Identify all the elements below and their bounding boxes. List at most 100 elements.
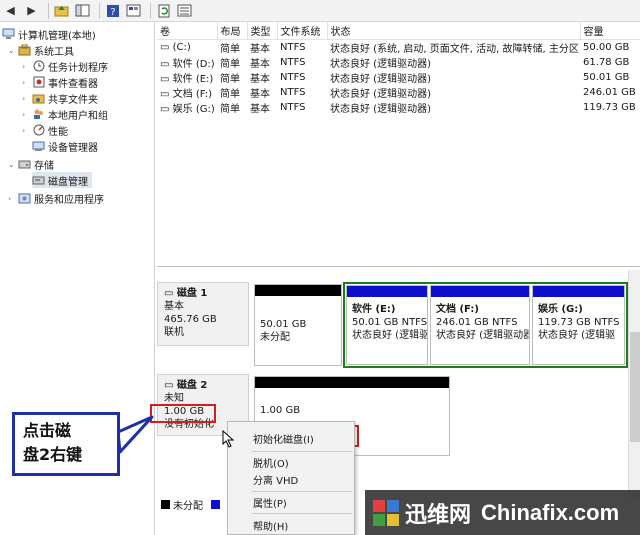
menu-separator [252,513,352,514]
menu-item-help[interactable]: 帮助(H) [228,517,354,533]
table-row[interactable]: ▭ 软件 (E:) 简单 基本 NTFS 状态良好 (逻辑驱动器) 50.01 … [157,70,640,85]
drive-icon: ▭ [160,41,173,53]
tree-item-label: 性能 [48,126,68,138]
chevron-right-icon[interactable]: › [22,94,32,103]
column-header[interactable]: 布局 [217,22,248,40]
chevron-right-icon[interactable]: › [22,78,32,87]
vertical-scrollbar[interactable] [628,270,640,500]
toolbar-separator [48,2,49,19]
menu-item-initialize-disk[interactable]: 初始化磁盘(I) [228,430,354,446]
volume-name-cell: ▭ 文档 (F:) [160,88,212,100]
help-icon[interactable]: ? [104,2,121,19]
unallocated-bar [255,285,341,296]
partition-g[interactable]: 娱乐 (G:) 119.73 GB NTFS 状态良好 (逻辑驱 [532,285,625,365]
disk-management-icon [32,174,45,186]
table-cell: 状态良好 (逻辑驱动器) [330,73,431,85]
disk1-label[interactable]: ▭ 磁盘 1 基本 465.76 GB 联机 [157,282,249,346]
watermark: 迅维网 Chinafix.com [365,490,640,535]
column-header[interactable]: 容量 [580,22,640,40]
refresh-icon[interactable] [155,2,172,19]
chevron-right-icon[interactable]: › [22,110,32,119]
forward-icon[interactable]: ▶ [23,2,40,19]
properties-icon[interactable] [125,2,142,19]
volume-name-cell: ▭ (C:) [160,41,191,53]
disk1-status: 联机 [164,327,184,338]
legend-swatch-unallocated [161,499,170,509]
volume-name-cell: ▭ 软件 (E:) [160,73,214,85]
services-icon [18,192,31,204]
table-cell: 状态良好 (逻辑驱动器) [330,103,431,115]
column-header[interactable]: 状态 [327,22,581,40]
partition-status: 状态良好 (逻辑驱 [352,330,427,341]
tree-item-disk-management[interactable]: 磁盘管理 [32,172,92,188]
tree-item-system-tools[interactable]: ⌄ 系统工具 [8,42,74,58]
table-row[interactable]: ▭ (C:) 简单 基本 NTFS 状态良好 (系统, 启动, 页面文件, 活动… [157,39,640,55]
tree-item-device-manager[interactable]: 设备管理器 [32,138,98,154]
table-cell: 基本 [250,43,270,55]
clock-icon [32,60,45,72]
table-cell: 基本 [250,73,270,85]
up-folder-icon[interactable] [53,2,70,19]
drive-icon: ▭ [160,88,173,100]
disk-icon: ▭ [164,288,177,299]
column-header[interactable]: 卷 [157,22,218,40]
table-cell: 状态良好 (逻辑驱动器) [330,88,431,100]
logical-drive-bar [347,286,427,297]
tree-item-shared-folders[interactable]: › 共享文件夹 [22,90,98,106]
table-cell: 61.78 GB [583,56,630,68]
table-cell: 简单 [220,43,240,55]
tree-item-label: 事件查看器 [48,78,98,90]
column-header[interactable]: 文件系统 [277,22,328,40]
tree-item-storage[interactable]: ⌄ 存储 [8,156,54,172]
tree-item-task-scheduler[interactable]: › 任务计划程序 [22,58,108,74]
column-header[interactable]: 类型 [247,22,278,40]
tree-item-performance[interactable]: › 性能 [22,122,68,138]
partition-name: 文档 (F:) [436,304,479,315]
partition-status: 未分配 [260,332,290,343]
show-tree-icon[interactable] [74,2,91,19]
tree-item-local-users[interactable]: › 本地用户和组 [22,106,108,122]
menu-item-offline[interactable]: 脱机(O) [228,454,354,470]
tree-item-computer-management[interactable]: 计算机管理(本地) [2,26,96,42]
partition-size: 50.01 GB [260,319,307,330]
export-list-icon[interactable] [176,2,193,19]
tree-item-label: 服务和应用程序 [34,194,104,206]
table-cell: 246.01 GB [583,86,636,98]
tree-item-label: 本地用户和组 [48,110,108,122]
table-cell: 状态良好 (逻辑驱动器) [330,58,431,70]
watermark-cn: 迅维网 [405,502,472,528]
chevron-down-icon[interactable]: ⌄ [8,160,18,169]
disk1-unallocated-partition[interactable]: 50.01 GB 未分配 [254,284,342,366]
mouse-cursor-icon [222,430,235,448]
disk1-type: 基本 [164,301,184,312]
partition-f[interactable]: 文档 (F:) 246.01 GB NTFS 状态良好 (逻辑驱动器 [430,285,530,365]
disk2-title: 磁盘 2 [176,380,208,391]
tree-item-label: 磁盘管理 [48,176,88,188]
unallocated-bar [255,377,449,388]
tree-item-label: 共享文件夹 [48,94,98,106]
chevron-down-icon[interactable]: ⌄ [8,46,18,55]
chevron-right-icon[interactable]: › [22,126,32,135]
chevron-right-icon[interactable]: › [8,194,18,203]
table-cell: 50.01 GB [583,71,630,83]
menu-item-properties[interactable]: 属性(P) [228,494,354,510]
table-row[interactable]: ▭ 软件 (D:) 简单 基本 NTFS 状态良好 (逻辑驱动器) 61.78 … [157,55,640,70]
scrollbar-thumb[interactable] [630,332,640,442]
tree-item-event-viewer[interactable]: › 事件查看器 [22,74,98,90]
tree-item-label: 计算机管理(本地) [18,30,96,42]
table-row[interactable]: ▭ 文档 (F:) 简单 基本 NTFS 状态良好 (逻辑驱动器) 246.01… [157,85,640,100]
performance-icon [32,124,45,136]
partition-e[interactable]: 软件 (E:) 50.01 GB NTFS 状态良好 (逻辑驱 [346,285,428,365]
chevron-right-icon[interactable]: › [22,62,32,71]
table-row[interactable]: ▭ 娱乐 (G:) 简单 基本 NTFS 状态良好 (逻辑驱动器) 119.73… [157,100,640,115]
legend-swatch-primary [211,499,220,509]
storage-icon [18,158,31,170]
partition-name: 软件 (E:) [352,304,396,315]
table-cell: 简单 [220,58,240,70]
callout-line2: 盘2右键 [23,445,83,464]
table-header-row: 卷 布局 类型 文件系统 状态 容量 [157,22,640,40]
back-icon[interactable]: ◀ [2,2,19,19]
menu-item-detach-vhd[interactable]: 分离 VHD [228,471,354,487]
tree-item-services-apps[interactable]: › 服务和应用程序 [8,190,104,206]
context-menu: 初始化磁盘(I) 脱机(O) 分离 VHD 属性(P) 帮助(H) [227,421,355,535]
